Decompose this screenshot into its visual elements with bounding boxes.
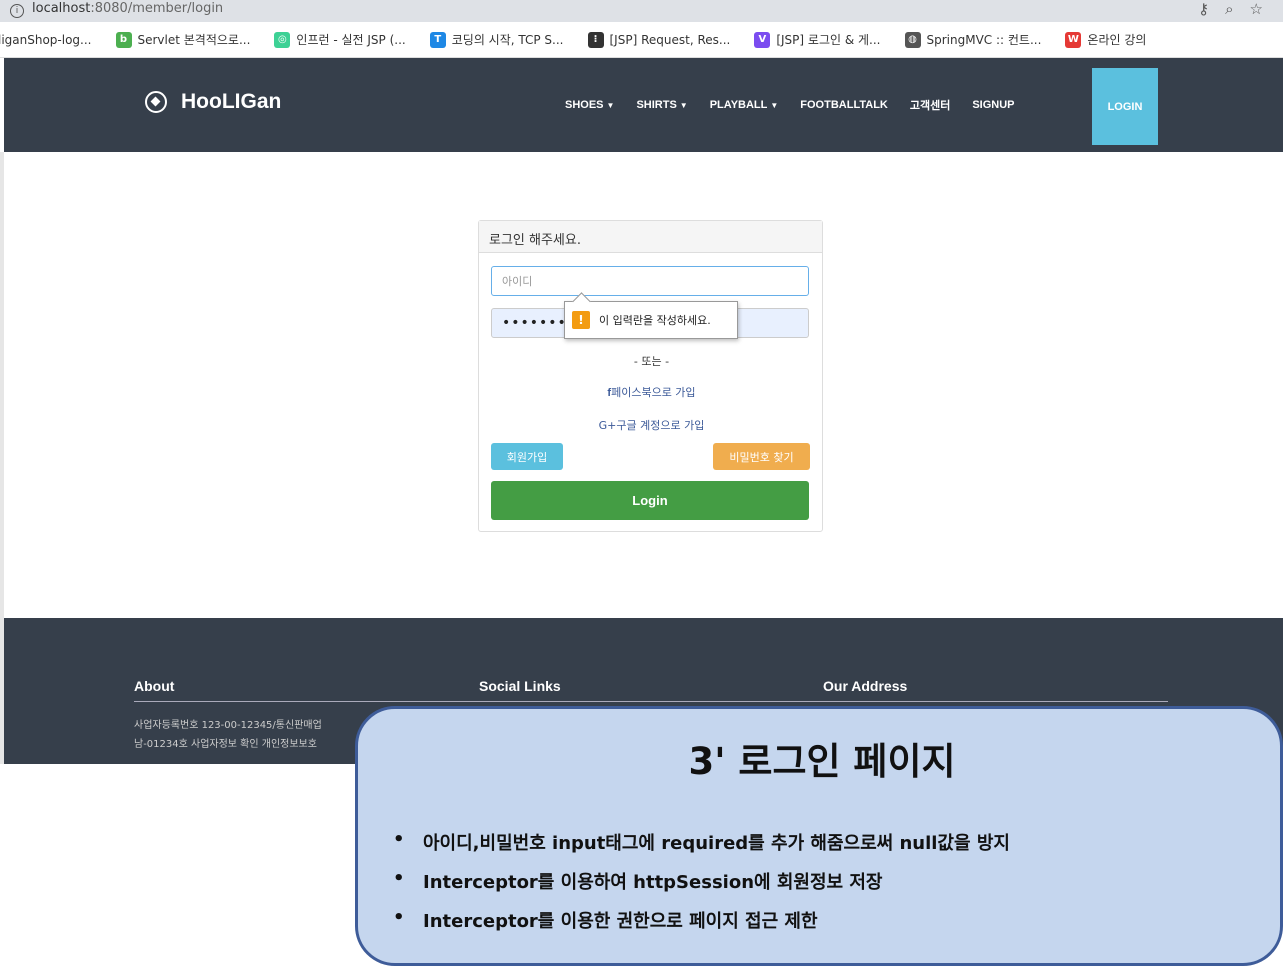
callout-bullet: 아이디,비밀번호 input태그에 required를 추가 해줌으로써 nul… [393, 829, 1010, 868]
footer-address-heading: Our Address [823, 678, 908, 694]
callout-bullets: 아이디,비밀번호 input태그에 required를 추가 해줌으로써 nul… [393, 829, 1010, 946]
bookmark-item[interactable]: ◍ SpringMVC :: 컨트... [904, 31, 1042, 48]
nav-signup[interactable]: SIGNUP [972, 99, 1014, 111]
bookmark-label: liganShop-log... [0, 32, 92, 47]
login-heading: 로그인 해주세요. [479, 221, 822, 253]
nav-shirts[interactable]: SHIRTS ▼ [636, 99, 687, 111]
info-icon[interactable]: i [10, 4, 24, 18]
tistory-t-icon: T [429, 31, 446, 48]
bookmark-label: 코딩의 시작, TCP S... [451, 33, 564, 47]
footer-social-heading: Social Links [479, 678, 561, 694]
facebook-signup-link[interactable]: f페이스북으로 가입 [479, 384, 824, 400]
soccer-ball-icon [145, 91, 167, 113]
bookmark-label: [JSP] Request, Res... [609, 32, 731, 47]
bookmarks-bar: liganShop-log... b Servlet 본격적으로... ◎ 인프런 - … [0, 22, 1283, 58]
key-icon[interactable]: ⚷ [1198, 0, 1209, 18]
brand-name: HooLIGan [181, 90, 282, 113]
warning-icon: ! [572, 311, 590, 329]
zoom-icon[interactable]: ⌕ [1225, 0, 1233, 18]
bookmark-label: [JSP] 로그인 & 게... [776, 33, 881, 47]
callout-title: 3' 로그인 페이지 [688, 740, 956, 783]
find-password-button[interactable]: 비밀번호 찾기 [713, 443, 810, 470]
bookmark-item[interactable]: W 온라인 강의 [1065, 31, 1146, 48]
bookmark-label: 온라인 강의 [1087, 33, 1147, 47]
bookmark-label: Servlet 본격적으로... [137, 33, 251, 47]
nav-footballtalk[interactable]: FOOTBALLTALK [800, 99, 888, 111]
bookmark-item[interactable]: V [JSP] 로그인 & 게... [754, 31, 881, 48]
login-submit-button[interactable]: Login [491, 481, 809, 520]
nav-playball[interactable]: PLAYBALL ▼ [710, 99, 779, 111]
bookmark-item[interactable]: ⁝ [JSP] Request, Res... [587, 31, 731, 48]
footer-divider [134, 701, 1168, 702]
tooltip-text: 이 입력란을 작성하세요. [599, 314, 711, 327]
login-panel: 로그인 해주세요. 아이디 •••••••• ! 이 입력란을 작성하세요. -… [478, 220, 823, 532]
blog-icon: b [115, 31, 132, 48]
caret-down-icon: ▼ [679, 101, 688, 110]
callout-bullet: Interceptor를 이용하여 httpSession에 회원정보 저장 [393, 868, 1010, 907]
nav-shoes[interactable]: SHOES ▼ [565, 99, 614, 111]
bookmark-label: 인프런 - 실전 JSP (... [296, 33, 406, 47]
site-navbar: HooLIGan SHOES ▼ SHIRTS ▼ PLAYBALL ▼ FOOTBA… [4, 58, 1283, 152]
dots-icon: ⁝ [587, 31, 604, 48]
caret-down-icon: ▼ [606, 101, 615, 110]
callout-bullet: Interceptor를 이용한 권한으로 페이지 접근 제한 [393, 907, 1010, 946]
caret-down-icon: ▼ [770, 101, 779, 110]
inflearn-icon: ◎ [274, 31, 291, 48]
velog-v-icon: V [754, 31, 771, 48]
bookmark-item[interactable]: T 코딩의 시작, TCP S... [429, 31, 564, 48]
browser-url-bar[interactable]: i localhost:8080/member/login ⚷ ⌕ ☆ [0, 0, 1283, 22]
id-input[interactable]: 아이디 [491, 266, 809, 296]
join-button[interactable]: 회원가입 [491, 443, 563, 470]
main-nav: SHOES ▼ SHIRTS ▼ PLAYBALL ▼ FOOTBALLTALK 고객… [565, 58, 1158, 152]
google-signup-link[interactable]: G+구글 계정으로 가입 [479, 417, 824, 433]
bookmark-item[interactable]: b Servlet 본격적으로... [115, 31, 251, 48]
or-divider: - 또는 - [633, 355, 670, 368]
w-icon: W [1065, 31, 1082, 48]
annotation-callout: 3' 로그인 페이지 아이디,비밀번호 input태그에 required를 추… [355, 706, 1283, 966]
nav-customer-center[interactable]: 고객센터 [910, 97, 950, 113]
brand-logo[interactable]: HooLIGan [145, 90, 281, 114]
bookmark-item[interactable]: liganShop-log... [0, 33, 92, 47]
bookmark-item[interactable]: ◎ 인프런 - 실전 JSP (... [274, 31, 406, 48]
nav-login[interactable]: LOGIN [1092, 68, 1158, 145]
footer-about-heading: About [134, 678, 175, 694]
bookmark-label: SpringMVC :: 컨트... [926, 33, 1042, 47]
star-icon[interactable]: ☆ [1250, 0, 1263, 18]
site-icon: ◍ [904, 31, 921, 48]
url-text[interactable]: localhost:8080/member/login [32, 1, 223, 16]
footer-about-text: 사업자등록번호 123-00-12345/통신판매업 남-01234호 사업자정… [134, 720, 322, 750]
validation-tooltip: ! 이 입력란을 작성하세요. [564, 301, 738, 339]
